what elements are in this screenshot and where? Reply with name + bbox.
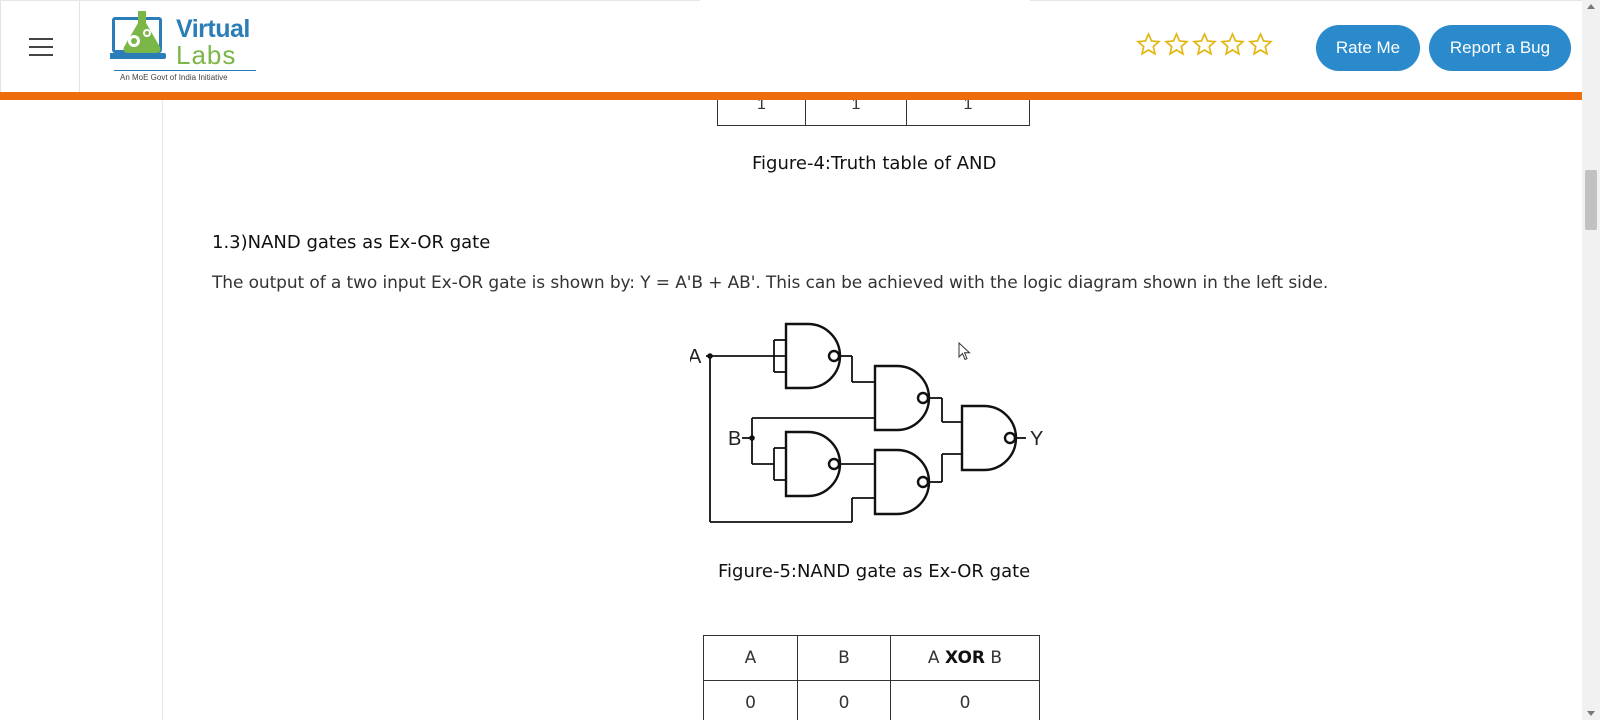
- hamburger-icon[interactable]: [29, 38, 53, 56]
- star-2-icon[interactable]: [1164, 32, 1189, 57]
- figure-5-caption: Figure-5:NAND gate as Ex-OR gate: [718, 561, 1031, 582]
- scroll-thumb[interactable]: [1585, 170, 1597, 230]
- nand-bubble-1: [827, 349, 841, 363]
- star-3-icon[interactable]: [1192, 32, 1217, 57]
- section-heading: 1.3)NAND gates as Ex-OR gate: [212, 232, 491, 253]
- nand-xor-logic-diagram: A B Y: [690, 322, 1043, 523]
- nand-gate-3: [784, 430, 842, 498]
- table-header-a-xor-b: A XOR B: [890, 635, 1040, 681]
- header-overlap-cover: [700, 0, 1030, 92]
- table-header-b: B: [797, 635, 891, 681]
- table-cell: 0: [797, 680, 891, 720]
- scroll-up-arrow-icon[interactable]: [1587, 4, 1595, 9]
- nand-bubble-3: [827, 457, 841, 471]
- mouse-cursor-icon: [958, 342, 971, 361]
- nand-gate-4: [873, 448, 931, 516]
- header-part-b: B: [990, 648, 1003, 668]
- virtual-labs-logo[interactable]: Virtual Labs An MoE Govt of India Initia…: [108, 7, 256, 87]
- logo-tagline: An MoE Govt of India Initiative: [120, 73, 228, 82]
- table-header-row: A B A XOR B: [703, 635, 1040, 681]
- nand-gate-5: [960, 404, 1018, 472]
- section-paragraph: The output of a two input Ex-OR gate is …: [212, 273, 1329, 293]
- figure-4-caption: Figure-4:Truth table of AND: [752, 153, 997, 174]
- vertical-scrollbar[interactable]: [1582, 0, 1600, 720]
- content-left-border: [162, 100, 163, 720]
- nand-gate-1: [784, 322, 842, 390]
- header-accent-bar: [700, 92, 1030, 100]
- menu-button[interactable]: [0, 1, 80, 93]
- xor-truth-table: A B A XOR B 0 0 0: [703, 635, 1040, 720]
- nand-gate-2: [873, 364, 931, 432]
- table-header-a: A: [703, 635, 798, 681]
- diagram-label-y: Y: [1030, 428, 1043, 450]
- diagram-label-b: B: [728, 428, 741, 450]
- star-4-icon[interactable]: [1220, 32, 1245, 57]
- diagram-label-a: A: [690, 346, 702, 368]
- rate-me-button[interactable]: Rate Me: [1316, 25, 1420, 71]
- table-cell: 0: [703, 680, 798, 720]
- flask-logo-icon: [110, 11, 166, 59]
- table-row: 0 0 0: [703, 680, 1040, 720]
- rating-stars[interactable]: [1136, 32, 1273, 57]
- header-part-a: A: [927, 648, 940, 668]
- nand-bubble-4: [916, 475, 930, 489]
- nand-bubble-5: [1003, 431, 1017, 445]
- scroll-down-arrow-icon[interactable]: [1587, 711, 1595, 716]
- star-5-icon[interactable]: [1248, 32, 1273, 57]
- header-part-xor: XOR: [944, 648, 985, 668]
- star-1-icon[interactable]: [1136, 32, 1161, 57]
- report-bug-button[interactable]: Report a Bug: [1429, 25, 1571, 71]
- nand-bubble-2: [916, 391, 930, 405]
- table-cell: 0: [890, 680, 1040, 720]
- logo-divider: [114, 70, 256, 71]
- logo-title-labs: Labs: [176, 40, 237, 70]
